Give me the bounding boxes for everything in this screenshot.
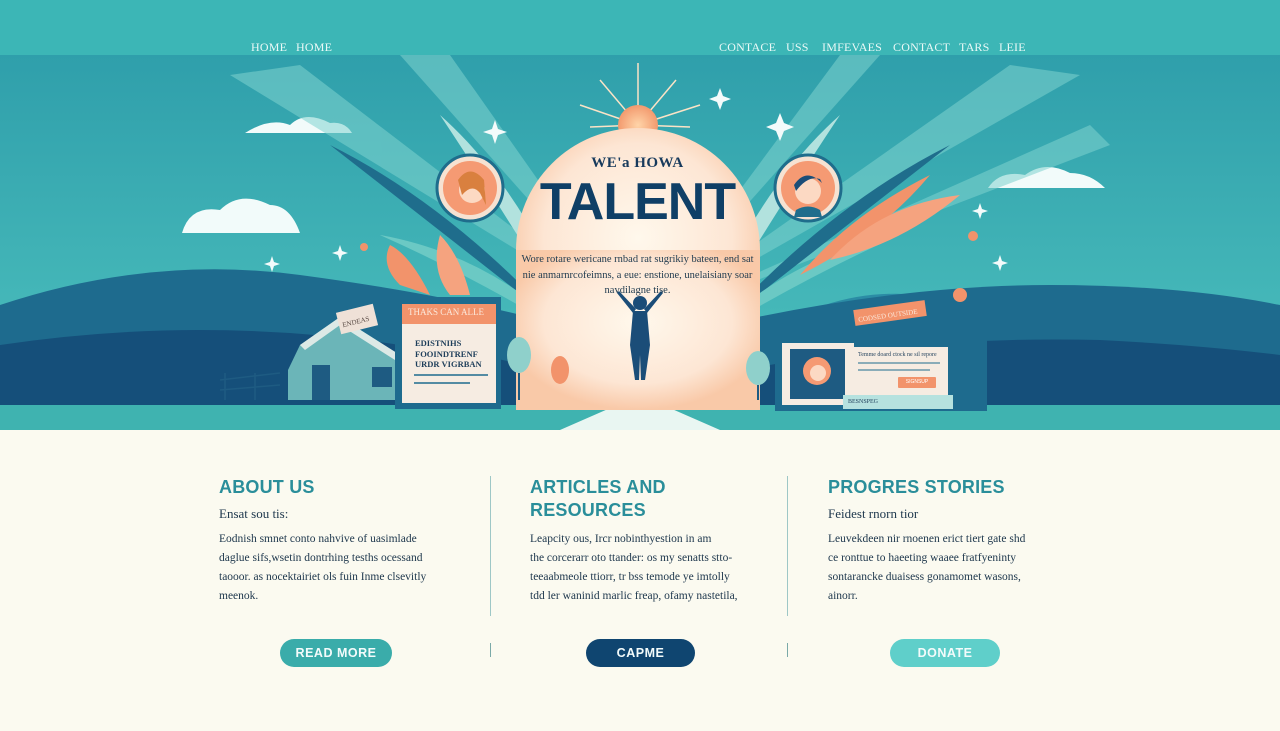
nav-link-tars[interactable]: TARS	[959, 40, 990, 55]
section-line: taooor. as nocektairiet ols fuin Inme cl…	[219, 571, 427, 583]
nav-link-leie[interactable]: LEIE	[999, 40, 1026, 55]
section-body: Leapcity ous, Ircr nobinthyestion in am …	[530, 530, 775, 606]
section-line: meenok.	[219, 590, 259, 602]
avatar-left	[435, 153, 505, 223]
section-title: ABOUT US	[219, 477, 315, 497]
section-line: sontarancke duaisess gonamomet wasons,	[828, 571, 1021, 583]
section-articles-resources: ARTICLES AND RESOURCES Leapcity ous, Irc…	[530, 476, 775, 606]
section-subtitle: Ensat sou tis:	[219, 506, 289, 521]
section-line: the corcerarr oto ttander: os my senatts…	[530, 552, 733, 564]
hero-description: Wore rotare wericane rnbad rat sugrikiy …	[521, 254, 754, 296]
nav-link-contace[interactable]: CONTACE	[719, 40, 776, 55]
section-line: ainorr.	[828, 590, 858, 602]
card-left-title: THAKS CAN ALLE	[408, 307, 484, 317]
card-right-signup-button[interactable]: SIGNSUP	[898, 377, 936, 388]
capme-button[interactable]: CAPME	[586, 639, 695, 667]
section-line: Leapcity ous, Ircr nobinthyestion in am	[530, 533, 712, 545]
hero-text: WE'a HOWA TALENT Wore rotare wericane rn…	[520, 155, 755, 299]
section-line: teeaabmeole ttiorr, tr bss temode ye imt…	[530, 571, 730, 583]
avatar-right	[773, 153, 843, 223]
section-title-line-2: RESOURCES	[530, 500, 646, 520]
section-body: Eodnish smnet conto nahvive of uasimlade…	[219, 530, 469, 606]
hero-eyebrow: WE'a HOWA	[591, 155, 684, 171]
hero-banner: WE'a HOWA TALENT Wore rotare wericane rn…	[0, 55, 1280, 430]
nav-link-imfevaes[interactable]: IMFEVAES	[822, 40, 882, 55]
column-divider	[490, 476, 491, 616]
section-line: Eodnish smnet conto nahvive of uasimlade	[219, 533, 417, 545]
section-line: tdd ler waninid marlic freap, ofamy nast…	[530, 590, 738, 602]
divider-tick	[490, 643, 491, 657]
section-body: Leuvekdeen nir rnoenen erict tiert gate …	[828, 530, 1078, 606]
card-right-text: Temme doard ctock ne sil repore	[858, 352, 937, 358]
nav-link-contact[interactable]: CONTACT	[893, 40, 950, 55]
section-line: Leuvekdeen nir rnoenen erict tiert gate …	[828, 533, 1026, 545]
card-left-body: EDISTNIHS FOOINDTRENF URDR VIGRBAN	[415, 338, 482, 369]
section-title: ARTICLES AND	[530, 477, 666, 497]
section-title: PROGRES STORIES	[828, 477, 1005, 497]
divider-tick	[787, 643, 788, 657]
nav-link-home-2[interactable]: HOME	[296, 40, 332, 55]
section-line: ce ronttue to haeeting waaee fratfyenint…	[828, 552, 1017, 564]
section-progress-stories: PROGRES STORIES Feidest rnorn tior Leuve…	[828, 476, 1078, 606]
donate-button[interactable]: DONATE	[890, 639, 1000, 667]
card-right-footer: BESNSPEG	[848, 399, 879, 405]
section-subtitle: Feidest rnorn tior	[828, 506, 919, 521]
section-line: daglue sifs,wsetin dontrhing tesths oces…	[219, 552, 423, 564]
section-about-us: ABOUT US Ensat sou tis: Eodnish smnet co…	[219, 476, 469, 606]
hero-title: TALENT	[539, 173, 736, 231]
column-divider	[787, 476, 788, 616]
top-navigation: HOME HOME CONTACE USS IMFEVAES CONTACT T…	[0, 0, 1280, 57]
nav-link-uss[interactable]: USS	[786, 40, 809, 55]
read-more-button[interactable]: READ MORE	[280, 639, 392, 667]
